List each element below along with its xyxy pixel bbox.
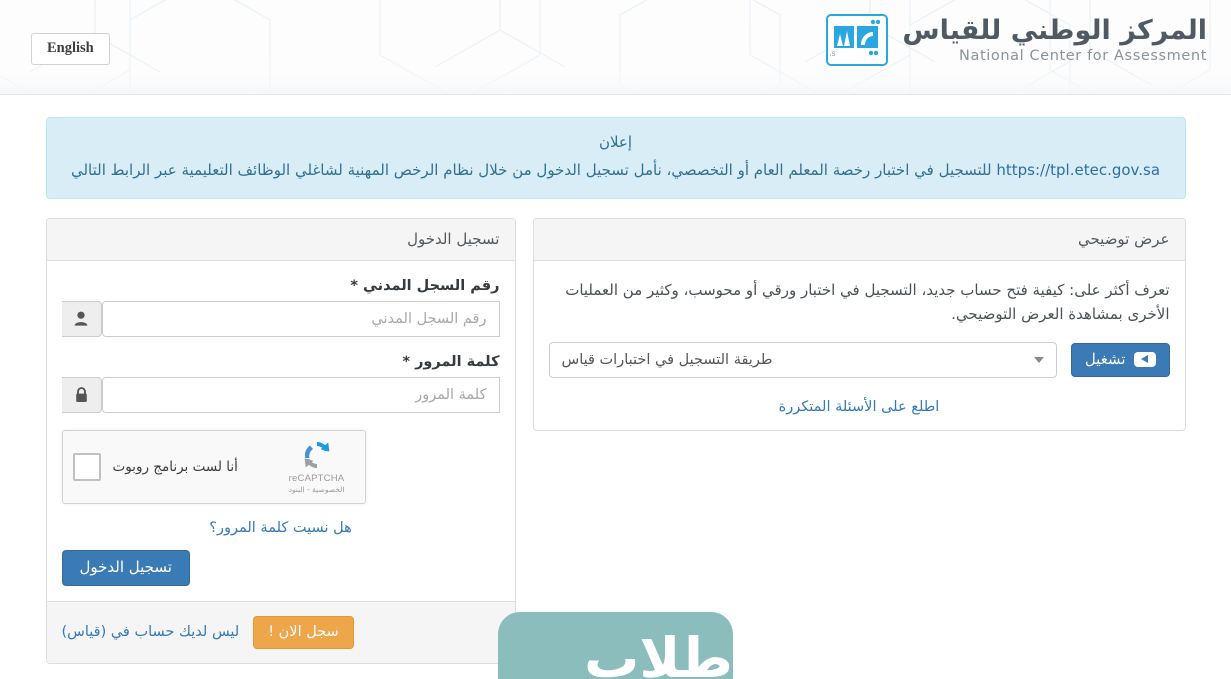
panels-row: تسجيل الدخول رقم السجل المدني * كلمة الم… <box>45 217 1186 664</box>
login-panel-footer: ليس لديك حساب في (قياس) سجل الان ! <box>46 600 515 663</box>
content-container: إعلان https://tpl.etec.gov.sa للتسجيل في… <box>45 117 1186 664</box>
recaptcha-checkbox[interactable] <box>72 452 101 481</box>
recaptcha-label: أنا لست برنامج روبوت <box>112 458 238 475</box>
password-input-group <box>61 376 500 413</box>
brand-name-arabic: المركز الوطني للقياس <box>902 14 1207 46</box>
forgot-password-link[interactable]: هل نسيت كلمة المرور؟ <box>209 520 351 536</box>
civil-id-input[interactable] <box>101 300 500 337</box>
announcement-banner: إعلان https://tpl.etec.gov.sa للتسجيل في… <box>45 117 1186 199</box>
register-now-button[interactable]: سجل الان ! <box>253 615 354 649</box>
play-button-label: تشغيل <box>1084 350 1126 368</box>
qiyas-logo-icon: QIYAS <box>826 14 889 66</box>
login-submit-row: تسجيل الدخول <box>61 549 500 586</box>
password-input[interactable] <box>101 376 500 413</box>
svg-text:QIYAS: QIYAS <box>830 52 836 58</box>
demo-select-value: طريقة التسجيل في اختبارات قياس <box>561 351 773 368</box>
recaptcha-widget[interactable]: أنا لست برنامج روبوت reCAPTCHA الخصوصية … <box>61 429 366 504</box>
announcement-link[interactable]: https://tpl.etec.gov.sa <box>996 161 1160 179</box>
recaptcha-brand-name: reCAPTCHA <box>288 473 345 484</box>
brand-text: المركز الوطني للقياس National Center for… <box>902 14 1207 64</box>
youtube-play-icon <box>1133 351 1156 367</box>
civil-id-input-group <box>61 300 500 337</box>
watermark-name: طلاب نت <box>584 626 733 679</box>
login-panel-body: رقم السجل المدني * كلمة المرور * <box>47 261 515 601</box>
recaptcha-branding: reCAPTCHA الخصوصية - البنود <box>281 439 353 494</box>
site-header: English المركز الوطني للقياس National Ce… <box>0 0 1231 95</box>
demo-panel-body: تعرف أكثر على: كيفية فتح حساب جديد، التس… <box>534 261 1185 430</box>
user-icon <box>61 300 102 337</box>
recaptcha-icon <box>304 442 329 468</box>
login-panel-heading: تسجيل الدخول <box>46 218 515 261</box>
recaptcha-check-area[interactable]: أنا لست برنامج روبوت <box>72 452 238 481</box>
demo-description: تعرف أكثر على: كيفية فتح حساب جديد، التس… <box>565 280 1170 323</box>
watermark-overlay: طلاب نت www.tullaab.com <box>498 612 733 679</box>
lock-icon <box>61 376 102 413</box>
announcement-title: إعلان <box>598 133 633 151</box>
login-submit-button[interactable]: تسجيل الدخول <box>61 549 190 586</box>
chevron-down-icon <box>1033 356 1044 363</box>
forgot-password-row: هل نسيت كلمة المرور؟ <box>62 517 500 536</box>
faq-row: اطلع على الأسئلة المتكررة <box>549 396 1170 415</box>
language-toggle-button[interactable]: English <box>31 33 110 65</box>
brand-logo-group: المركز الوطني للقياس National Center for… <box>826 14 1207 66</box>
password-label: كلمة المرور * <box>402 353 500 370</box>
play-demo-button[interactable]: تشغيل <box>1070 342 1170 377</box>
demo-video-select[interactable]: طريقة التسجيل في اختبارات قياس <box>548 341 1057 378</box>
announcement-text: للتسجيل في اختبار رخصة المعلم العام أو ا… <box>70 161 992 180</box>
recaptcha-terms[interactable]: الخصوصية - البنود <box>281 485 353 494</box>
faq-link[interactable]: اطلع على الأسئلة المتكررة <box>779 399 940 415</box>
demo-panel: عرض توضيحي تعرف أكثر على: كيفية فتح حساب… <box>532 217 1186 431</box>
demo-panel-heading: عرض توضيحي <box>533 218 1185 261</box>
page-content: إعلان https://tpl.etec.gov.sa للتسجيل في… <box>0 117 1231 679</box>
demo-controls-row: طريقة التسجيل في اختبارات قياس تشغيل <box>548 341 1170 378</box>
announcement-body: https://tpl.etec.gov.sa للتسجيل في اختبا… <box>63 159 1169 182</box>
brand-name-english: National Center for Assessment <box>959 48 1207 64</box>
login-panel: تسجيل الدخول رقم السجل المدني * كلمة الم… <box>45 217 516 664</box>
no-account-text: ليس لديك حساب في (قياس) <box>61 624 240 641</box>
civil-id-label: رقم السجل المدني * <box>350 277 500 294</box>
